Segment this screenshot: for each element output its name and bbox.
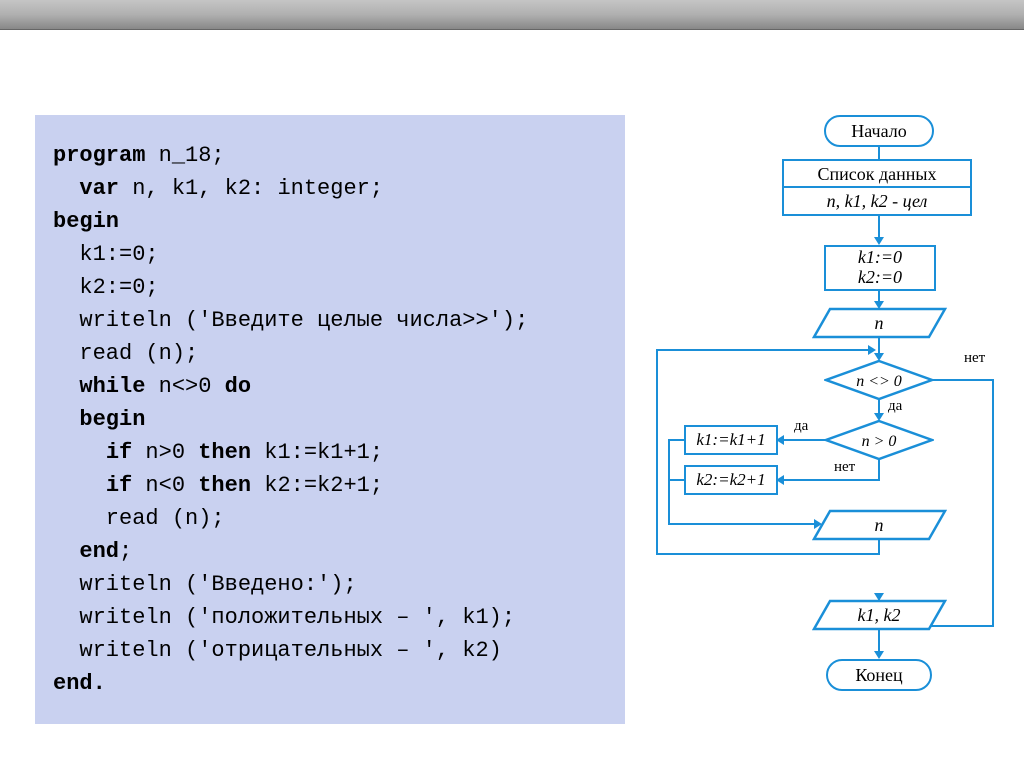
line — [782, 439, 826, 441]
top-bar — [0, 0, 1024, 30]
fc-init-k1: k1:=0 — [858, 248, 902, 268]
line — [932, 379, 994, 381]
label-no-1: нет — [964, 350, 985, 367]
code-block: program n_18; var n, k1, k2: integer; be… — [53, 139, 607, 700]
fc-k2-label: k2:=k2+1 — [696, 470, 765, 490]
line — [992, 379, 994, 627]
fc-list-label: Список данных — [817, 164, 936, 185]
line — [878, 459, 880, 479]
label-yes-2: да — [794, 418, 808, 435]
fc-input-n-loop: n — [812, 509, 947, 541]
code-panel: program n_18; var n, k1, k2: integer; be… — [35, 115, 625, 724]
svg-text:n: n — [875, 313, 884, 333]
line — [668, 439, 670, 525]
fc-k1: k1:=k1+1 — [684, 425, 778, 455]
fc-start-label: Начало — [851, 121, 906, 142]
line — [656, 349, 872, 351]
flowchart: Начало Список данных n, k1, k2 - цел k1:… — [654, 115, 1014, 755]
line — [668, 479, 686, 481]
fc-vars: n, k1, k2 - цел — [782, 186, 972, 216]
fc-input-n: n — [812, 307, 947, 339]
svg-text:k1, k2: k1, k2 — [858, 605, 901, 625]
fc-k2: k2:=k2+1 — [684, 465, 778, 495]
fc-k1-label: k1:=k1+1 — [696, 430, 765, 450]
svg-text:n > 0: n > 0 — [862, 433, 897, 450]
line — [656, 553, 880, 555]
label-no-2: нет — [834, 459, 855, 476]
line — [878, 147, 880, 159]
svg-text:n: n — [875, 515, 884, 535]
fc-vars-label: n, k1, k2 - цел — [827, 191, 928, 212]
line — [668, 439, 686, 441]
label-yes-1: да — [888, 398, 902, 415]
fc-cond2: n > 0 — [824, 419, 934, 461]
line — [878, 216, 880, 238]
svg-text:n <> 0: n <> 0 — [856, 373, 902, 390]
arrow — [868, 345, 876, 355]
fc-init: k1:=0 k2:=0 — [824, 245, 936, 291]
line — [782, 479, 880, 481]
fc-output: k1, k2 — [812, 599, 947, 631]
fc-list-header: Список данных — [782, 159, 972, 189]
line — [656, 349, 658, 555]
arrow — [874, 651, 884, 659]
fc-start: Начало — [824, 115, 934, 147]
line — [668, 523, 820, 525]
arrow — [874, 237, 884, 245]
fc-init-k2: k2:=0 — [858, 268, 902, 288]
fc-cond1: n <> 0 — [824, 359, 934, 401]
fc-end: Конец — [826, 659, 932, 691]
fc-end-label: Конец — [855, 665, 902, 686]
